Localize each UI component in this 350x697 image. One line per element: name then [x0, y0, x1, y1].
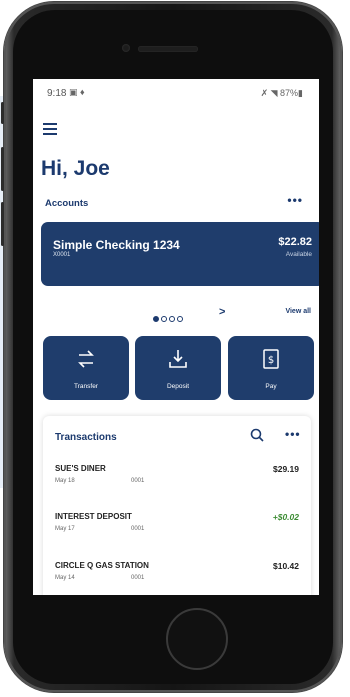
transaction-name: SUE'S DINER [55, 464, 106, 473]
transaction-ref: 0001 [131, 575, 145, 581]
transaction-amount: +$0.02 [272, 512, 299, 522]
account-name: Simple Checking 1234 [53, 238, 180, 252]
phone-volume-up [1, 147, 4, 191]
home-button[interactable] [166, 608, 228, 670]
account-number: X0001 [53, 252, 71, 258]
search-icon[interactable] [250, 428, 264, 442]
speaker-grille [138, 46, 198, 52]
hamburger-menu-icon[interactable] [43, 123, 57, 135]
deposit-label: Deposit [166, 383, 190, 390]
status-time: 9:18 [47, 88, 67, 99]
status-battery: ✗ ◥ 87%▮ [260, 88, 303, 98]
transaction-date: May 18 [55, 478, 75, 484]
accounts-more-icon[interactable]: ••• [287, 193, 303, 207]
phone-side-button [1, 102, 4, 124]
greeting: Hi, Joe [41, 157, 110, 180]
view-all-link[interactable]: View all [285, 308, 311, 315]
transaction-row[interactable]: CIRCLE Q GAS STATION May 14 0001 $10.42 [43, 561, 311, 595]
account-pager[interactable] [153, 309, 185, 327]
pager-next-icon[interactable]: > [219, 306, 225, 318]
pager-dot[interactable] [177, 316, 183, 322]
transaction-name: INTEREST DEPOSIT [55, 512, 132, 521]
pay-icon: $ [263, 349, 279, 369]
account-balance: $22.82 [278, 236, 312, 248]
status-bar: 9:18 ▣ ♦ ✗ ◥ 87%▮ [33, 79, 319, 101]
app-screen: 9:18 ▣ ♦ ✗ ◥ 87%▮ Hi, Joe Accounts ••• S… [33, 79, 319, 595]
transaction-row[interactable]: SUE'S DINER May 18 0001 $29.19 [43, 464, 311, 504]
account-available-label: Available [285, 251, 312, 258]
transactions-card: Transactions ••• SUE'S DINER May 18 0001… [43, 416, 311, 595]
pager-dot[interactable] [153, 316, 159, 322]
phone-volume-down [1, 202, 4, 246]
pay-label: Pay [265, 383, 277, 390]
pay-button[interactable]: $ Pay [228, 336, 314, 400]
transfer-button[interactable]: Transfer [43, 336, 129, 400]
accounts-label: Accounts [45, 198, 89, 209]
deposit-icon [169, 350, 187, 368]
account-card[interactable]: Simple Checking 1234 X0001 $22.82 Availa… [41, 222, 319, 286]
camera-icon [122, 44, 130, 52]
transaction-ref: 0001 [131, 478, 145, 484]
transaction-ref: 0001 [131, 526, 145, 532]
transaction-name: CIRCLE Q GAS STATION [55, 561, 149, 570]
transaction-date: May 14 [55, 575, 75, 581]
transactions-more-icon[interactable]: ••• [285, 427, 301, 441]
transfer-icon [78, 350, 94, 368]
svg-text:$: $ [268, 355, 274, 366]
transactions-title: Transactions [55, 432, 117, 443]
transaction-amount: $10.42 [273, 561, 299, 571]
transaction-row[interactable]: INTEREST DEPOSIT May 17 0001 +$0.02 [43, 512, 311, 552]
pager-dot[interactable] [161, 316, 167, 322]
transaction-amount: $29.19 [273, 464, 299, 474]
deposit-button[interactable]: Deposit [135, 336, 221, 400]
pager-dot[interactable] [169, 316, 175, 322]
transaction-date: May 17 [55, 526, 75, 532]
transfer-label: Transfer [74, 383, 98, 390]
notification-icons: ▣ ♦ [69, 87, 85, 97]
